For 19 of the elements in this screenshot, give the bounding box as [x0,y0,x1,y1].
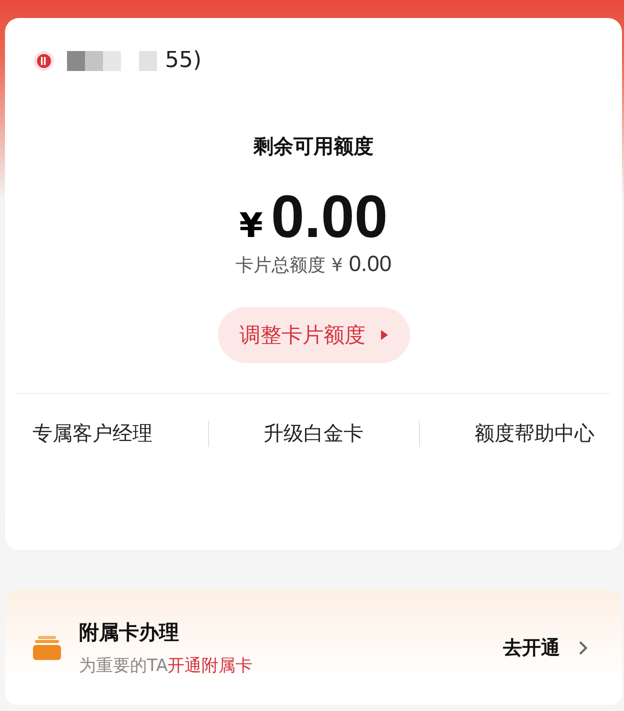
account-suffix: 55) [165,48,202,73]
caret-icon [380,330,388,340]
bank-logo-icon [33,50,55,72]
currency-symbol: ¥ [239,206,263,246]
total-credit-label: 卡片总额度 [235,254,326,277]
supplementary-card-title: 附属卡办理 [79,618,180,646]
shortcut-link[interactable]: 专属客户经理 [32,420,152,447]
adjust-limit-button[interactable]: 调整卡片额度 [218,307,410,363]
chevron-right-icon[interactable] [578,640,588,656]
open-action-link[interactable]: 去开通 [503,634,560,660]
shortcut-link[interactable]: 额度帮助中心 [474,420,594,447]
open-supplementary-link[interactable]: 开通附属卡 [168,656,253,676]
card-stack-icon [33,634,61,660]
supplementary-card-subtitle: 为重要的TA开通附属卡 [79,654,254,676]
total-credit-amount: 0.00 [348,251,392,277]
currency-symbol: ¥ [331,255,343,276]
available-credit-label: 剩余可用额度 [254,133,374,160]
available-credit-amount: 0.00 [270,182,388,251]
shortcut-link[interactable]: 升级白金卡 [264,420,364,447]
